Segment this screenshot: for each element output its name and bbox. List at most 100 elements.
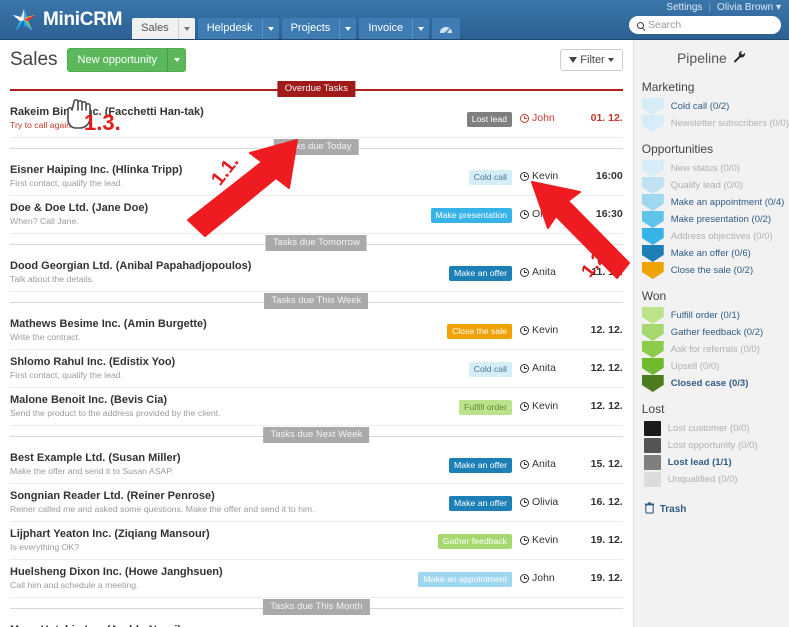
nav-tab-helpdesk[interactable]: Helpdesk bbox=[197, 18, 279, 39]
stage-chevron-icon bbox=[641, 307, 664, 324]
nav-tab-projects-caret-icon[interactable] bbox=[339, 18, 357, 39]
pipeline-stage[interactable]: Newsletter subscribers (0/0) bbox=[634, 115, 789, 132]
brand-logo[interactable]: MiniCRM bbox=[0, 0, 132, 39]
status-badge[interactable]: Lost lead bbox=[466, 111, 512, 128]
section-header-pill: Tasks due This Month bbox=[263, 599, 370, 615]
task-company-contact: Malone Benoit Inc. (Bevis Cia) bbox=[10, 394, 168, 406]
task-due-date: 12. 12. bbox=[590, 400, 623, 412]
pipeline-stage[interactable]: Cold call (0/2) bbox=[634, 98, 789, 115]
task-row[interactable]: Eisner Haiping Inc. (Hlinka Tripp) First … bbox=[10, 158, 623, 196]
stage-chevron-icon bbox=[641, 262, 664, 279]
task-assignee[interactable]: John bbox=[520, 112, 586, 124]
task-assignee[interactable]: Anita bbox=[520, 458, 586, 470]
status-badge[interactable]: Fulfill order bbox=[459, 399, 512, 416]
user-menu-link[interactable]: Olivia Brown ▾ bbox=[717, 2, 781, 13]
task-assignee[interactable]: Anita bbox=[520, 362, 586, 374]
trash-link[interactable]: Trash bbox=[634, 502, 789, 517]
pipeline-stage[interactable]: Lost lead (1/1) bbox=[634, 454, 789, 471]
new-opportunity-button[interactable]: New opportunity bbox=[66, 48, 187, 72]
pipeline-stage[interactable]: Make presentation (0/2) bbox=[634, 211, 789, 228]
task-assignee[interactable]: John bbox=[520, 572, 586, 584]
clock-icon bbox=[520, 113, 529, 123]
stage-chevron-icon bbox=[641, 98, 664, 115]
pipeline-group-title: Won bbox=[641, 289, 667, 303]
pipeline-stage[interactable]: Lost opportunity (0/0) bbox=[634, 437, 789, 454]
task-status-cell: Fulfill order bbox=[410, 397, 520, 416]
task-assignee[interactable]: Kevin bbox=[520, 400, 586, 412]
wrench-icon[interactable] bbox=[733, 50, 746, 66]
pipeline-stage[interactable]: Make an appointment (0/4) bbox=[634, 194, 789, 211]
dashboard-gauge-icon[interactable] bbox=[432, 18, 461, 39]
status-badge[interactable]: Cold call bbox=[468, 169, 512, 186]
status-badge[interactable]: Make an offer bbox=[449, 265, 512, 282]
status-badge[interactable]: Gather feedback bbox=[437, 533, 512, 550]
task-row[interactable]: Rakeim Bindi Inc. (Facchetti Han-tak) Try… bbox=[10, 100, 623, 138]
assignee-name: Anita bbox=[532, 266, 556, 278]
pipeline-stage[interactable]: Upsell (0/0) bbox=[634, 358, 789, 375]
nav-tab-helpdesk-caret-icon[interactable] bbox=[261, 18, 279, 39]
nav-tab-sales-caret-icon[interactable] bbox=[177, 18, 195, 39]
task-row[interactable]: Shlomo Rahul Inc. (Edistix Yoo) First con… bbox=[10, 350, 623, 388]
stage-chevron-icon bbox=[641, 228, 664, 245]
clock-icon bbox=[520, 497, 529, 507]
status-badge[interactable]: Make an appointment bbox=[418, 571, 512, 588]
pipeline-stage[interactable]: Fulfill order (0/1) bbox=[634, 307, 789, 324]
filter-button[interactable]: Filter bbox=[560, 49, 623, 71]
status-badge[interactable]: Make an offer bbox=[449, 457, 512, 474]
pipeline-stage[interactable]: Make an offer (0/6) bbox=[634, 245, 789, 262]
pipeline-stage[interactable]: Unqualified (0/0) bbox=[634, 471, 789, 488]
clock-icon bbox=[520, 325, 529, 335]
pipeline-stage[interactable]: Ask for referrals (0/0) bbox=[634, 341, 789, 358]
pipeline-group-title: Opportunities bbox=[641, 142, 714, 156]
task-row[interactable]: Huelsheng Dixon Inc. (Howe Janghsuen) Cal… bbox=[10, 560, 623, 598]
nav-tab-sales[interactable]: Sales bbox=[132, 18, 195, 39]
task-row[interactable]: Mathews Besime Inc. (Amin Burgette) Write… bbox=[10, 312, 623, 350]
task-company-contact: Lijphart Yeaton Inc. (Ziqiang Mansour) bbox=[10, 528, 210, 540]
task-row[interactable]: Best Example Ltd. (Susan Miller) Make the… bbox=[10, 446, 623, 484]
task-names: Rakeim Bindi Inc. (Facchetti Han-tak) Try… bbox=[10, 105, 410, 131]
status-badge[interactable]: Cold call bbox=[468, 361, 512, 378]
task-assignee[interactable]: Anita bbox=[520, 266, 586, 278]
task-row[interactable]: Malone Benoit Inc. (Bevis Cia) Send the p… bbox=[10, 388, 623, 426]
search-input[interactable] bbox=[648, 19, 773, 31]
status-badge[interactable]: Close the sale bbox=[446, 323, 512, 340]
settings-link[interactable]: Settings bbox=[666, 2, 702, 13]
assignee-name: Kevin bbox=[532, 534, 559, 546]
pipeline-stage-label: Make presentation (0/2) bbox=[670, 214, 772, 225]
pipeline-stage-label: Address objectives (0/0) bbox=[670, 231, 773, 242]
task-note: Make the offer and send it to Susan ASAP… bbox=[10, 466, 174, 476]
pipeline-stage[interactable]: Address objectives (0/0) bbox=[634, 228, 789, 245]
user-caret-icon: ▾ bbox=[775, 2, 781, 13]
nav-tab-projects-label: Projects bbox=[281, 18, 340, 39]
pipeline-stage[interactable]: Lost customer (0/0) bbox=[634, 420, 789, 437]
task-assignee[interactable]: Kevin bbox=[520, 170, 586, 182]
task-row[interactable]: Songnian Reader Ltd. (Reiner Penrose) Rei… bbox=[10, 484, 623, 522]
pipeline-stage-label: Upsell (0/0) bbox=[670, 361, 720, 372]
task-status-cell: Cold call bbox=[410, 359, 520, 378]
status-badge[interactable]: Make presentation bbox=[430, 207, 512, 224]
task-due-date: 16:30 bbox=[595, 208, 623, 220]
task-row[interactable]: Maya Hutchin Inc. (Aroldo Nouri)Are they… bbox=[10, 618, 623, 627]
pipeline-stage[interactable]: Qualify lead (0/0) bbox=[634, 177, 789, 194]
nav-tab-projects[interactable]: Projects bbox=[281, 18, 357, 39]
global-search-box[interactable] bbox=[629, 16, 781, 34]
task-assignee[interactable]: Kevin bbox=[520, 534, 586, 546]
task-names: Best Example Ltd. (Susan Miller) Make the… bbox=[10, 451, 410, 477]
task-row[interactable]: Lijphart Yeaton Inc. (Ziqiang Mansour) Is… bbox=[10, 522, 623, 560]
status-badge[interactable]: Make an offer bbox=[449, 495, 512, 512]
task-company-contact: Dood Georgian Ltd. (Anibal Papahadjopoul… bbox=[10, 260, 252, 272]
pipeline-stage[interactable]: New status (0/0) bbox=[634, 160, 789, 177]
pipeline-stage[interactable]: Closed case (0/3) bbox=[634, 375, 789, 392]
task-assignee[interactable]: Kevin bbox=[520, 324, 586, 336]
task-assignee[interactable]: Olivia bbox=[520, 208, 586, 220]
pipeline-stage[interactable]: Close the sale (0/2) bbox=[634, 262, 789, 279]
pipeline-stage[interactable]: Gather feedback (0/2) bbox=[634, 324, 789, 341]
task-row[interactable]: Dood Georgian Ltd. (Anibal Papahadjopoul… bbox=[10, 254, 623, 292]
task-assignee[interactable]: Olivia bbox=[520, 496, 586, 508]
task-company-contact: Songnian Reader Ltd. (Reiner Penrose) bbox=[10, 490, 215, 502]
pipeline-stage-label: Cold call (0/2) bbox=[670, 101, 730, 112]
nav-tab-invoice[interactable]: Invoice bbox=[359, 18, 430, 39]
task-row[interactable]: Doe & Doe Ltd. (Jane Doe) When? Call Jane… bbox=[10, 196, 623, 234]
new-opportunity-caret-icon[interactable] bbox=[167, 49, 185, 71]
nav-tab-invoice-caret-icon[interactable] bbox=[412, 18, 430, 39]
